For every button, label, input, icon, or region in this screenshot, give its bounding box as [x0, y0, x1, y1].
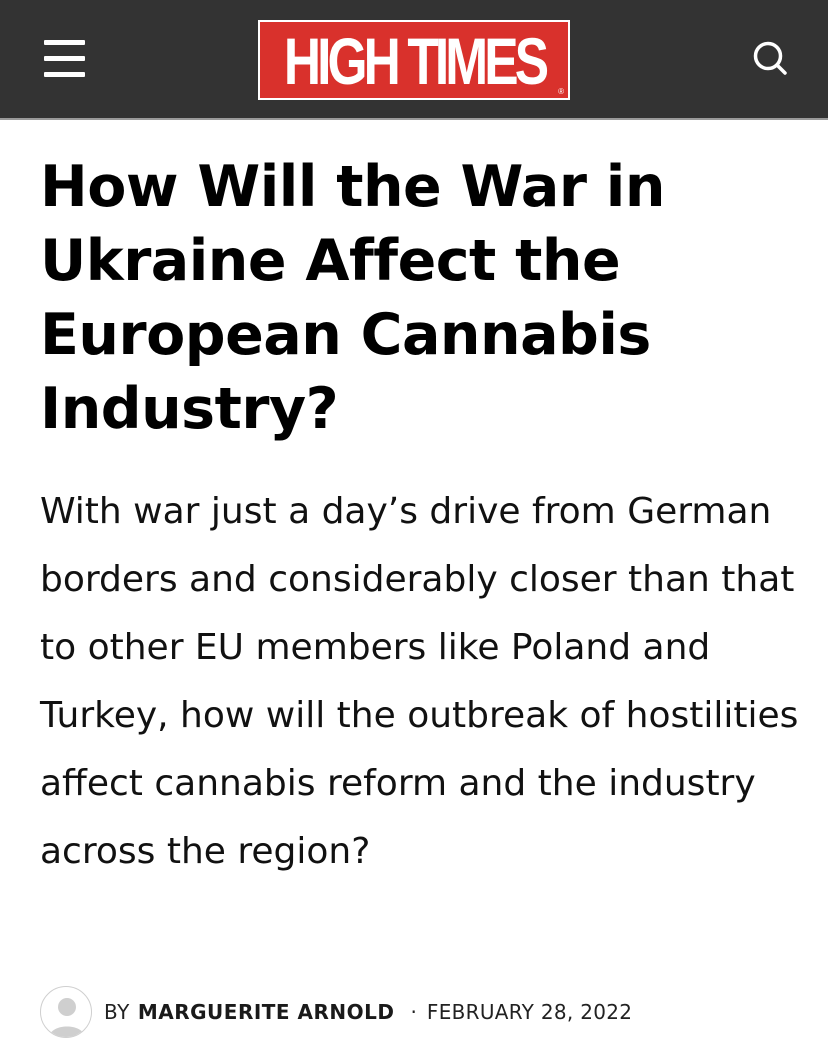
site-logo[interactable]: HIGH TIMES ®	[258, 20, 570, 100]
search-icon[interactable]	[750, 38, 790, 78]
logo-text: HIGH TIMES	[283, 24, 548, 98]
byline-separator: ·	[410, 1000, 417, 1024]
by-label: BY	[104, 1000, 130, 1024]
author-link[interactable]: MARGUERITE ARNOLD	[138, 1000, 395, 1024]
article-dek: With war just a day’s drive from German …	[40, 491, 799, 872]
publish-date: FEBRUARY 28, 2022	[426, 1000, 633, 1024]
byline: BY MARGUERITE ARNOLD · FEBRUARY 28, 2022	[40, 984, 632, 1040]
user-avatar-icon[interactable]	[40, 986, 92, 1038]
site-header: HIGH TIMES ®	[0, 0, 828, 120]
article-title: How Will the War in Ukraine Affect the E…	[40, 154, 665, 442]
hamburger-menu-icon[interactable]	[40, 38, 88, 78]
registered-mark: ®	[558, 87, 564, 96]
